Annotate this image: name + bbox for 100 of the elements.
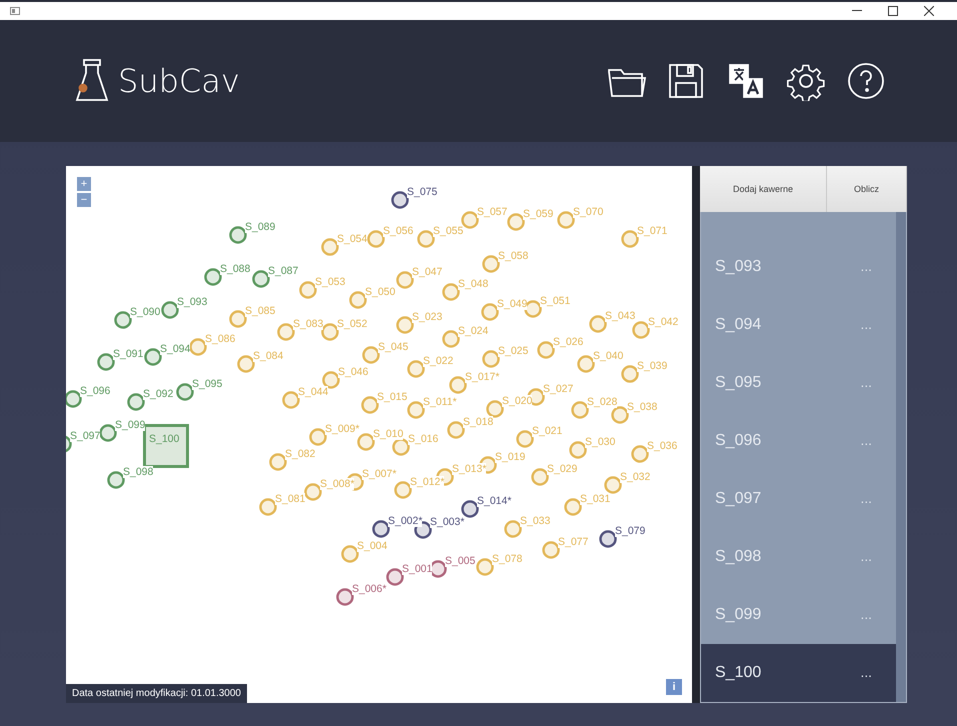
cavern-list-item[interactable]: S_099 ... [701,586,896,644]
circle-marker-icon[interactable] [507,213,525,231]
more-options-button[interactable]: ... [860,318,872,332]
circle-marker-icon[interactable] [542,541,560,559]
circle-marker-icon[interactable] [449,376,467,394]
circle-marker-icon[interactable] [571,401,589,419]
circle-marker-icon[interactable] [569,441,587,459]
circle-marker-icon[interactable] [391,191,409,209]
circle-marker-icon[interactable] [396,271,414,289]
circle-marker-icon[interactable] [372,520,390,538]
circle-marker-icon[interactable] [417,230,435,248]
circle-marker-icon[interactable] [604,476,622,494]
circle-marker-icon[interactable] [336,588,354,606]
more-options-button[interactable]: ... [860,260,872,274]
circle-marker-icon[interactable] [144,348,162,366]
close-icon[interactable] [924,6,934,16]
circle-marker-icon[interactable] [589,315,607,333]
circle-marker-icon[interactable] [304,483,322,501]
more-options-button[interactable]: ... [860,434,872,448]
circle-marker-icon[interactable] [531,468,549,486]
circle-marker-icon[interactable] [362,346,380,364]
circle-marker-icon[interactable] [357,433,375,451]
circle-marker-icon[interactable] [229,226,247,244]
circle-marker-icon[interactable] [161,301,179,319]
maximize-icon[interactable] [888,6,898,16]
circle-marker-icon[interactable] [204,268,222,286]
add-cavern-button[interactable]: Dodaj kawerne [700,166,827,212]
circle-marker-icon[interactable] [564,498,582,516]
circle-marker-icon[interactable] [277,323,295,341]
circle-marker-icon[interactable] [341,545,359,563]
circle-marker-icon[interactable] [504,520,522,538]
cavern-list-item[interactable]: S_094 ... [701,296,896,354]
circle-marker-icon[interactable] [259,498,277,516]
circle-marker-icon[interactable] [386,568,404,586]
map-canvas[interactable] [66,166,700,703]
more-options-button[interactable]: ... [860,492,872,506]
circle-marker-icon[interactable] [482,350,500,368]
cavern-list-item[interactable]: S_097 ... [701,470,896,528]
circle-marker-icon[interactable] [189,338,207,356]
zoom-in-button[interactable]: + [77,177,91,191]
circle-marker-icon[interactable] [537,341,555,359]
circle-marker-icon[interactable] [322,371,340,389]
circle-marker-icon[interactable] [299,281,317,299]
circle-marker-icon[interactable] [269,453,287,471]
circle-marker-icon[interactable] [577,355,595,373]
circle-marker-icon[interactable] [394,481,412,499]
circle-marker-icon[interactable] [99,424,117,442]
more-options-button[interactable]: ... [860,666,872,680]
circle-marker-icon[interactable] [237,355,255,373]
more-options-button[interactable]: ... [860,550,872,564]
circle-marker-icon[interactable] [461,211,479,229]
circle-marker-icon[interactable] [252,270,270,288]
circle-marker-icon[interactable] [621,365,639,383]
circle-marker-icon[interactable] [107,471,125,489]
circle-marker-icon[interactable] [557,211,575,229]
circle-marker-icon[interactable] [481,303,499,321]
circle-marker-icon[interactable] [127,393,145,411]
circle-marker-icon[interactable] [392,438,410,456]
circle-marker-icon[interactable] [621,230,639,248]
circle-marker-icon[interactable] [516,430,534,448]
calculate-button[interactable]: Oblicz [827,166,907,212]
circle-marker-icon[interactable] [176,383,194,401]
zoom-out-button[interactable]: − [77,193,91,207]
circle-marker-icon[interactable] [66,390,82,408]
circle-marker-icon[interactable] [447,421,465,439]
more-options-button[interactable]: ... [860,608,872,622]
cavern-list-item[interactable]: S_098 ... [701,528,896,586]
circle-marker-icon[interactable] [367,230,385,248]
circle-marker-icon[interactable] [476,558,494,576]
circle-marker-icon[interactable] [407,401,425,419]
circle-marker-icon[interactable] [599,530,617,548]
cavern-list-item[interactable]: S_100 ... [701,644,896,702]
circle-marker-icon[interactable] [396,316,414,334]
circle-marker-icon[interactable] [321,323,339,341]
circle-marker-icon[interactable] [442,330,460,348]
more-options-button[interactable]: ... [860,376,872,390]
circle-marker-icon[interactable] [482,255,500,273]
circle-marker-icon[interactable] [114,311,132,329]
circle-marker-icon[interactable] [486,400,504,418]
circle-marker-icon[interactable] [97,353,115,371]
circle-marker-icon[interactable] [361,396,379,414]
scrollbar[interactable] [896,212,906,702]
cavern-label: S_017* [465,371,500,383]
circle-marker-icon[interactable] [442,283,460,301]
circle-marker-icon[interactable] [309,428,327,446]
circle-marker-icon[interactable] [229,310,247,328]
circle-marker-icon[interactable] [349,291,367,309]
circle-marker-icon[interactable] [321,238,339,256]
circle-marker-icon[interactable] [461,500,479,518]
circle-marker-icon[interactable] [611,406,629,424]
circle-marker-icon[interactable] [631,445,649,463]
circle-marker-icon[interactable] [282,391,300,409]
help-button[interactable] [845,60,887,102]
minimize-icon[interactable] [852,10,862,12]
cavern-list-item[interactable]: S_095 ... [701,354,896,412]
circle-marker-icon[interactable] [632,321,650,339]
info-button[interactable]: i [666,679,682,695]
circle-marker-icon[interactable] [407,360,425,378]
cavern-list-item[interactable]: S_096 ... [701,412,896,470]
cavern-list-item[interactable]: S_093 ... [701,238,896,296]
